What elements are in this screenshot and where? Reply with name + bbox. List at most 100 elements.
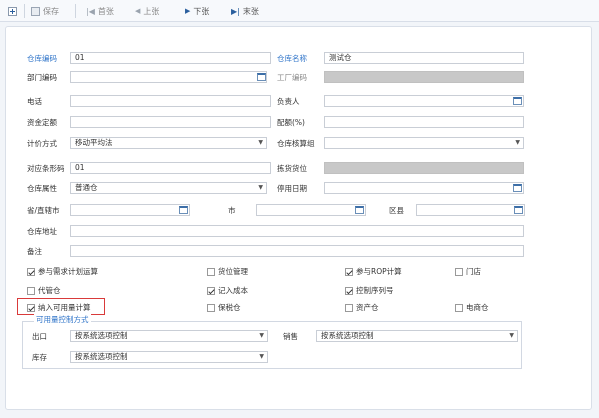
pick-location-input: [324, 162, 524, 174]
sales-value: 按系统选项控制: [321, 331, 374, 340]
manager-label: 负责人: [277, 97, 300, 106]
first-label: 首张: [97, 6, 114, 16]
calendar-icon: [355, 206, 364, 214]
capital-quota-label: 资金定额: [27, 118, 57, 127]
remark-input[interactable]: [70, 245, 524, 257]
dept-code-lookup[interactable]: [256, 72, 267, 82]
checkbox-store-label: 门店: [466, 267, 481, 276]
inventory-value: 按系统选项控制: [75, 352, 128, 361]
first-icon: |◀: [86, 6, 95, 16]
disable-date-input[interactable]: [324, 182, 524, 194]
address-input[interactable]: [70, 225, 524, 237]
accounting-group-label: 仓库核算组: [277, 139, 315, 148]
checkbox-ecommerce[interactable]: 电商仓: [455, 303, 489, 313]
warehouse-attr-select[interactable]: 普通仓 ▼: [70, 182, 267, 194]
checkbox-box: [27, 268, 35, 276]
checkbox-box: [207, 287, 215, 295]
checkbox-box: [345, 268, 353, 276]
checkbox-box: [207, 268, 215, 276]
checkbox-ecommerce-label: 电商仓: [466, 303, 489, 312]
accounting-group-select[interactable]: ▼: [324, 137, 524, 149]
dept-code-input[interactable]: [70, 71, 267, 83]
manager-input[interactable]: [324, 95, 524, 107]
checkbox-box: [207, 304, 215, 312]
disable-date-picker[interactable]: [512, 183, 523, 193]
checkbox-mrp[interactable]: 参与需求计划运算: [27, 267, 98, 277]
pricing-method-label: 计价方式: [27, 139, 57, 148]
province-input[interactable]: [70, 204, 190, 216]
checkbox-box: [27, 287, 35, 295]
barcode-label: 对应条形码: [27, 164, 65, 173]
checkbox-serial[interactable]: 控制序列号: [345, 286, 394, 296]
outbound-label: 出口: [32, 332, 47, 341]
calendar-icon: [514, 206, 523, 214]
phone-label: 电话: [27, 97, 42, 106]
prev-button[interactable]: ◀ 上张: [135, 4, 159, 18]
outbound-select[interactable]: 按系统选项控制 ▼: [70, 330, 268, 342]
district-input[interactable]: [416, 204, 525, 216]
chevron-down-icon: ▼: [509, 332, 514, 339]
checkbox-serial-label: 控制序列号: [356, 286, 394, 295]
calendar-icon: [257, 73, 266, 81]
next-button[interactable]: ▶ 下张: [185, 4, 209, 18]
barcode-input[interactable]: 01: [70, 162, 271, 174]
district-lookup[interactable]: [513, 205, 524, 215]
toolbar-divider: [75, 4, 76, 18]
save-button[interactable]: 保存: [31, 4, 59, 18]
checkbox-location-mgmt[interactable]: 货位管理: [207, 267, 248, 277]
available-control-title: 可用量控制方式: [34, 314, 91, 325]
province-lookup[interactable]: [178, 205, 189, 215]
city-input[interactable]: [256, 204, 366, 216]
next-label: 下张: [193, 6, 210, 16]
checkbox-box: [345, 287, 353, 295]
pricing-method-select[interactable]: 移动平均法 ▼: [70, 137, 267, 149]
factory-code-input: [324, 71, 524, 83]
chevron-down-icon: ▼: [258, 184, 263, 191]
checkbox-rop[interactable]: 参与ROP计算: [345, 267, 402, 277]
checkbox-store[interactable]: 门店: [455, 267, 481, 277]
inventory-select[interactable]: 按系统选项控制 ▼: [70, 351, 268, 363]
checkbox-rop-label: 参与ROP计算: [356, 267, 402, 276]
dept-code-label: 部门编码: [27, 73, 57, 82]
calendar-icon: [513, 97, 522, 105]
checkbox-box: [345, 304, 353, 312]
checkbox-available[interactable]: 纳入可用量计算: [27, 303, 91, 313]
first-button[interactable]: |◀ 首张: [86, 4, 114, 18]
last-button[interactable]: ▶| 末张: [231, 4, 259, 18]
toolbar-divider: [24, 4, 25, 18]
chevron-down-icon: ▼: [259, 353, 264, 360]
phone-input[interactable]: [70, 95, 271, 107]
pricing-method-value: 移动平均法: [75, 138, 113, 147]
capital-quota-input[interactable]: [70, 116, 271, 128]
add-button[interactable]: [8, 4, 17, 18]
checkbox-box: [455, 304, 463, 312]
checkbox-asset[interactable]: 资产仓: [345, 303, 379, 313]
warehouse-name-input[interactable]: 测试仓: [324, 52, 524, 64]
factory-code-label: 工厂编码: [277, 73, 307, 82]
province-label: 省/直辖市: [27, 206, 60, 215]
calendar-icon: [513, 184, 522, 192]
last-icon: ▶|: [231, 6, 240, 16]
checkbox-box: [27, 304, 35, 312]
warehouse-code-label: 仓库编码: [27, 54, 57, 63]
warehouse-code-input[interactable]: 01: [70, 52, 271, 64]
checkbox-cost[interactable]: 记入成本: [207, 286, 248, 296]
chevron-down-icon: ▼: [259, 332, 264, 339]
save-label: 保存: [43, 6, 59, 16]
save-icon: [31, 6, 40, 16]
checkbox-cost-label: 记入成本: [218, 286, 248, 295]
city-lookup[interactable]: [354, 205, 365, 215]
checkbox-bonded[interactable]: 保税仓: [207, 303, 241, 313]
city-label: 市: [228, 206, 236, 215]
checkbox-mrp-label: 参与需求计划运算: [38, 267, 98, 276]
sales-select[interactable]: 按系统选项控制 ▼: [316, 330, 518, 342]
checkbox-box: [455, 268, 463, 276]
manager-lookup[interactable]: [512, 96, 523, 106]
chevron-down-icon: ▼: [515, 139, 520, 146]
chevron-down-icon: ▼: [258, 139, 263, 146]
checkbox-consign[interactable]: 代管仓: [27, 286, 61, 296]
calendar-icon: [179, 206, 188, 214]
allocation-rate-input[interactable]: [324, 116, 524, 128]
outbound-value: 按系统选项控制: [75, 331, 128, 340]
plus-icon: [8, 6, 17, 16]
